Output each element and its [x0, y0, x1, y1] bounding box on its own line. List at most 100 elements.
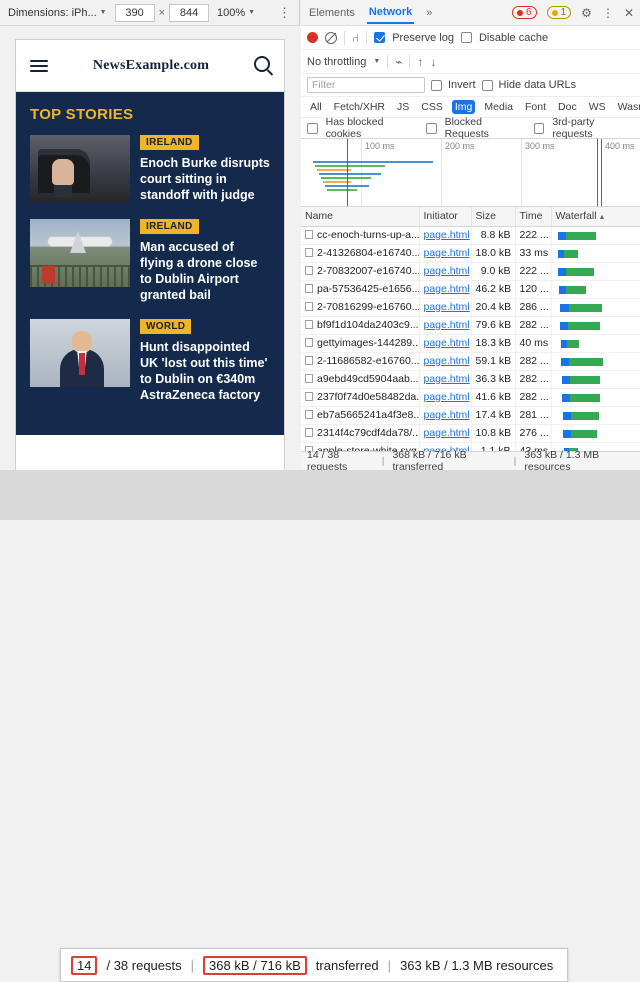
cell-initiator[interactable]: page.html	[419, 316, 471, 334]
throttling-value[interactable]: No throttling	[307, 56, 366, 68]
third-party-checkbox[interactable]	[534, 123, 545, 134]
cell-name[interactable]: 2-41326804-e16740...	[301, 244, 419, 262]
cell-initiator[interactable]: page.html	[419, 352, 471, 370]
viewport-height-input[interactable]: 844	[169, 4, 209, 22]
story-headline[interactable]: Enoch Burke disrupts court sitting in st…	[140, 155, 270, 203]
hamburger-menu-icon[interactable]	[30, 60, 48, 72]
table-row[interactable]: gettyimages-144289...page.html18.3 kB40 …	[301, 334, 640, 352]
cell-name[interactable]: gettyimages-144289...	[301, 334, 419, 352]
cell-initiator[interactable]: page.html	[419, 244, 471, 262]
cell-initiator[interactable]: page.html	[419, 226, 471, 244]
type-filter-doc[interactable]: Doc	[555, 100, 580, 114]
initiator-link[interactable]: page.html	[424, 337, 470, 349]
cell-initiator[interactable]: page.html	[419, 388, 471, 406]
cell-initiator[interactable]: page.html	[419, 370, 471, 388]
cell-name[interactable]: bf9f1d104da2403c9...	[301, 316, 419, 334]
list-item[interactable]: IRELAND Enoch Burke disrupts court sitti…	[30, 135, 270, 203]
clear-button[interactable]	[325, 32, 337, 44]
initiator-link[interactable]: page.html	[424, 409, 470, 421]
column-header-waterfall[interactable]: Waterfall	[551, 207, 640, 226]
cell-name[interactable]: cc-enoch-turns-up-a...	[301, 226, 419, 244]
cell-name[interactable]: eb7a5665241a4f3e8...	[301, 406, 419, 424]
disable-cache-checkbox[interactable]	[461, 32, 472, 43]
initiator-link[interactable]: page.html	[424, 427, 470, 439]
type-filter-img[interactable]: Img	[452, 100, 476, 114]
type-filter-css[interactable]: CSS	[418, 100, 446, 114]
filter-icon[interactable]: ⑁	[352, 31, 359, 45]
cell-name[interactable]: 2314f4c79cdf4da78/...	[301, 424, 419, 442]
import-har-icon[interactable]: ↑	[417, 55, 423, 69]
gear-icon[interactable]: ⚙	[581, 6, 592, 20]
search-icon[interactable]	[254, 56, 270, 75]
blocked-requests-checkbox[interactable]	[426, 123, 437, 134]
wifi-icon[interactable]: ⌁	[395, 55, 402, 69]
table-row[interactable]: cc-enoch-turns-up-a...page.html8.8 kB222…	[301, 226, 640, 244]
initiator-link[interactable]: page.html	[424, 373, 470, 385]
cell-name[interactable]: a9ebd49cd5904aab...	[301, 370, 419, 388]
initiator-link[interactable]: page.html	[424, 301, 470, 313]
viewport-width-input[interactable]: 390	[115, 4, 155, 22]
initiator-link[interactable]: page.html	[424, 265, 470, 277]
initiator-link[interactable]: page.html	[424, 283, 470, 295]
type-filter-fetchxhr[interactable]: Fetch/XHR	[331, 100, 388, 114]
close-icon[interactable]: ✕	[624, 6, 634, 20]
blocked-cookies-checkbox[interactable]	[307, 123, 318, 134]
table-row[interactable]: 2-70816299-e16760...page.html20.4 kB286 …	[301, 298, 640, 316]
column-header-size[interactable]: Size	[471, 207, 515, 226]
type-filter-js[interactable]: JS	[394, 100, 412, 114]
tab-overflow[interactable]: »	[424, 3, 434, 23]
export-har-icon[interactable]: ↓	[430, 55, 436, 69]
type-filter-font[interactable]: Font	[522, 100, 549, 114]
error-count-badge[interactable]: 6	[512, 6, 537, 19]
type-filter-wasm[interactable]: Wasm	[615, 100, 640, 114]
type-filter-media[interactable]: Media	[481, 100, 516, 114]
initiator-link[interactable]: page.html	[424, 229, 470, 241]
more-vertical-icon[interactable]: ⋮	[602, 6, 614, 20]
cell-initiator[interactable]: page.html	[419, 334, 471, 352]
story-headline[interactable]: Hunt disappointed UK 'lost out this time…	[140, 339, 270, 403]
cell-name[interactable]: 237f0f74d0e58482da...	[301, 388, 419, 406]
cell-name[interactable]: 2-70816299-e16760...	[301, 298, 419, 316]
record-button[interactable]	[307, 32, 318, 43]
warning-count-badge[interactable]: 1	[547, 6, 572, 19]
device-dimensions-select[interactable]: Dimensions: iPh... ▼	[4, 5, 111, 21]
preserve-log-checkbox[interactable]	[374, 32, 385, 43]
column-header-name[interactable]: Name	[301, 207, 419, 226]
column-header-time[interactable]: Time	[515, 207, 551, 226]
initiator-link[interactable]: page.html	[424, 391, 470, 403]
cell-initiator[interactable]: page.html	[419, 298, 471, 316]
tab-network[interactable]: Network	[367, 2, 414, 24]
network-overview-timeline[interactable]: 100 ms 200 ms 300 ms 400 ms	[301, 139, 640, 207]
more-vertical-icon[interactable]: ⋮	[278, 5, 295, 21]
chevron-down-icon[interactable]: ▼	[373, 58, 380, 65]
cell-initiator[interactable]: page.html	[419, 280, 471, 298]
cell-initiator[interactable]: page.html	[419, 406, 471, 424]
table-row[interactable]: 2-70832007-e16740...page.html9.0 kB222 .…	[301, 262, 640, 280]
initiator-link[interactable]: page.html	[424, 355, 470, 367]
cell-name[interactable]: 2-11686582-e16760...	[301, 352, 419, 370]
table-row[interactable]: 2-11686582-e16760...page.html59.1 kB282 …	[301, 352, 640, 370]
table-row[interactable]: bf9f1d104da2403c9...page.html79.6 kB282 …	[301, 316, 640, 334]
type-filter-all[interactable]: All	[307, 100, 325, 114]
column-header-initiator[interactable]: Initiator	[419, 207, 471, 226]
tab-elements[interactable]: Elements	[307, 3, 357, 23]
initiator-link[interactable]: page.html	[424, 247, 470, 259]
zoom-select[interactable]: 100% ▼	[213, 5, 259, 21]
initiator-link[interactable]: page.html	[424, 319, 470, 331]
cell-name[interactable]: 2-70832007-e16740...	[301, 262, 419, 280]
list-item[interactable]: IRELAND Man accused of flying a drone cl…	[30, 219, 270, 303]
cell-initiator[interactable]: page.html	[419, 262, 471, 280]
cell-initiator[interactable]: page.html	[419, 424, 471, 442]
table-row[interactable]: pa-57536425-e1656...page.html46.2 kB120 …	[301, 280, 640, 298]
table-row[interactable]: a9ebd49cd5904aab...page.html36.3 kB282 .…	[301, 370, 640, 388]
table-row[interactable]: 2314f4c79cdf4da78/...page.html10.8 kB276…	[301, 424, 640, 442]
hide-data-urls-checkbox[interactable]	[482, 80, 493, 91]
invert-checkbox[interactable]	[431, 80, 442, 91]
story-headline[interactable]: Man accused of flying a drone close to D…	[140, 239, 270, 303]
cell-name[interactable]: pa-57536425-e1656...	[301, 280, 419, 298]
table-row[interactable]: eb7a5665241a4f3e8...page.html17.4 kB281 …	[301, 406, 640, 424]
filter-input[interactable]: Filter	[307, 77, 425, 93]
list-item[interactable]: WORLD Hunt disappointed UK 'lost out thi…	[30, 319, 270, 403]
table-row[interactable]: 237f0f74d0e58482da...page.html41.6 kB282…	[301, 388, 640, 406]
table-row[interactable]: 2-41326804-e16740...page.html18.0 kB33 m…	[301, 244, 640, 262]
